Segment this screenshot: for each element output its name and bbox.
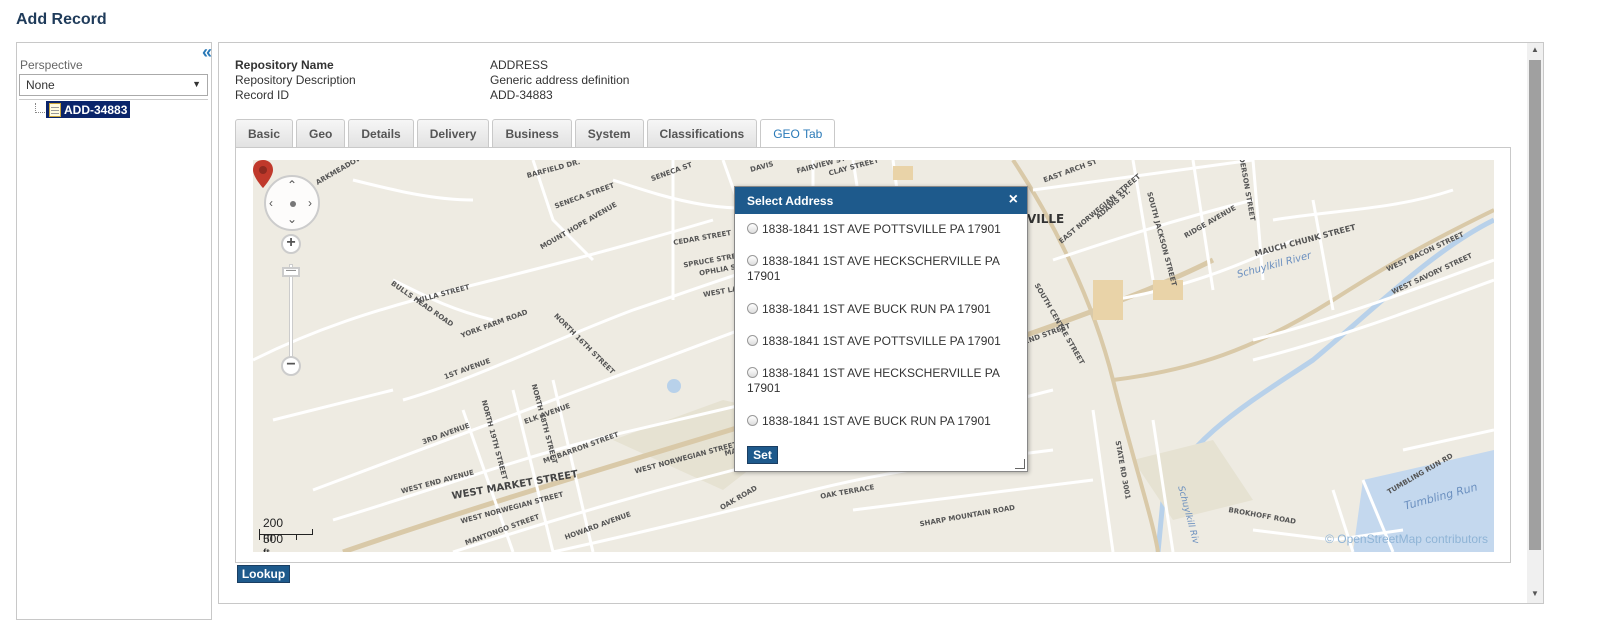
pan-right-icon[interactable]: ›: [308, 197, 312, 209]
tab-details[interactable]: Details: [348, 119, 414, 147]
tab-geo[interactable]: Geo: [296, 119, 346, 147]
tab-bar: Basic Geo Details Delivery Business Syst…: [235, 119, 838, 148]
left-panel: « Perspective None ▼ ADD-34883: [16, 42, 212, 620]
radio-button[interactable]: [747, 303, 758, 314]
set-button[interactable]: Set: [747, 446, 778, 464]
zoom-slider-handle[interactable]: —: [282, 266, 300, 277]
lookup-button[interactable]: Lookup: [237, 565, 290, 583]
page-title: Add Record: [16, 11, 107, 28]
main-panel: ▲ ▼ Repository Name ADDRESS Repository De…: [218, 42, 1544, 604]
select-address-dialog: Select Address × 1838-1841 1ST AVE POTTS…: [734, 186, 1028, 472]
meta-key: Repository Name: [235, 58, 334, 72]
resize-handle-icon[interactable]: [1015, 459, 1025, 469]
water-pond: [667, 379, 681, 393]
address-option[interactable]: 1838-1841 1ST AVE POTTSVILLE PA 17901: [747, 334, 1017, 349]
address-option-label: 1838-1841 1ST AVE BUCK RUN PA 17901: [762, 414, 991, 428]
address-option-label: 1838-1841 1ST AVE HECKSCHERVILLE PA 1790…: [747, 254, 1000, 283]
building: [1153, 280, 1183, 300]
scroll-up-icon[interactable]: ▲: [1527, 45, 1543, 57]
address-option-label: 1838-1841 1ST AVE BUCK RUN PA 17901: [762, 302, 991, 316]
tab-system[interactable]: System: [574, 119, 644, 147]
divider: [19, 99, 208, 100]
pan-center-icon[interactable]: [290, 201, 296, 207]
meta-key: Record ID: [235, 88, 290, 102]
pan-up-icon[interactable]: ⌃: [287, 179, 297, 191]
record-meta: Repository Name ADDRESS Repository Descri…: [235, 58, 629, 103]
tree-node-record[interactable]: ADD-34883: [46, 101, 131, 118]
building: [1093, 280, 1123, 320]
meta-value: Generic address definition: [490, 73, 630, 87]
tab-geo-tab[interactable]: GEO Tab: [760, 119, 836, 148]
zoom-slider-track[interactable]: [289, 264, 293, 364]
address-option-label: 1838-1841 1ST AVE POTTSVILLE PA 17901: [762, 222, 1001, 236]
location-pin-icon[interactable]: [253, 160, 273, 188]
address-option[interactable]: 1838-1841 1ST AVE POTTSVILLE PA 17901: [747, 222, 1017, 237]
address-option[interactable]: 1838-1841 1ST AVE HECKSCHERVILLE PA 1790…: [747, 254, 1017, 284]
perspective-select[interactable]: None ▼: [19, 74, 208, 96]
perspective-value: None: [26, 78, 55, 92]
tree-node-label: ADD-34883: [64, 103, 128, 117]
meta-key: Repository Description: [235, 73, 356, 87]
tab-delivery[interactable]: Delivery: [416, 119, 490, 147]
tab-classifications[interactable]: Classifications: [646, 119, 758, 147]
vertical-scrollbar[interactable]: ▲ ▼: [1527, 43, 1543, 603]
address-option-label: 1838-1841 1ST AVE POTTSVILLE PA 17901: [762, 334, 1001, 348]
dialog-title: Select Address: [735, 187, 1027, 214]
building: [893, 166, 913, 180]
map-attribution[interactable]: © OpenStreetMap contributors: [1325, 532, 1488, 546]
map-label: VILLE: [1027, 212, 1065, 226]
collapse-panel-icon[interactable]: «: [202, 42, 212, 63]
address-option[interactable]: 1838-1841 1ST AVE BUCK RUN PA 17901: [747, 302, 1017, 317]
dropdown-arrow-icon: ▼: [192, 79, 201, 89]
scroll-down-icon[interactable]: ▼: [1527, 589, 1543, 601]
address-option[interactable]: 1838-1841 1ST AVE BUCK RUN PA 17901: [747, 414, 1017, 429]
meta-value: ADD-34883: [490, 88, 553, 102]
map[interactable]: ARKMEADOW BARFIELD DR. SENECA ST SENECA …: [253, 160, 1494, 552]
tree-connector: [35, 103, 45, 113]
tab-basic[interactable]: Basic: [235, 119, 294, 147]
zoom-out-button[interactable]: −: [281, 356, 301, 376]
meta-value: ADDRESS: [490, 58, 549, 72]
radio-button[interactable]: [747, 415, 758, 426]
pan-left-icon[interactable]: ‹: [269, 197, 273, 209]
scroll-thumb[interactable]: [1529, 60, 1541, 550]
address-option-label: 1838-1841 1ST AVE HECKSCHERVILLE PA 1790…: [747, 366, 1000, 395]
scale-feet: 500 ft: [263, 532, 284, 552]
address-option[interactable]: 1838-1841 1ST AVE HECKSCHERVILLE PA 1790…: [747, 366, 1017, 396]
tab-business[interactable]: Business: [492, 119, 572, 147]
radio-button[interactable]: [747, 223, 758, 234]
radio-button[interactable]: [747, 335, 758, 346]
zoom-in-button[interactable]: +: [281, 234, 301, 254]
pan-down-icon[interactable]: ⌄: [287, 213, 297, 225]
perspective-label: Perspective: [20, 58, 83, 72]
radio-button[interactable]: [747, 367, 758, 378]
close-icon[interactable]: ×: [1009, 191, 1018, 209]
tab-content: ARKMEADOW BARFIELD DR. SENECA ST SENECA …: [235, 147, 1511, 563]
document-icon: [49, 103, 61, 117]
radio-button[interactable]: [747, 255, 758, 266]
